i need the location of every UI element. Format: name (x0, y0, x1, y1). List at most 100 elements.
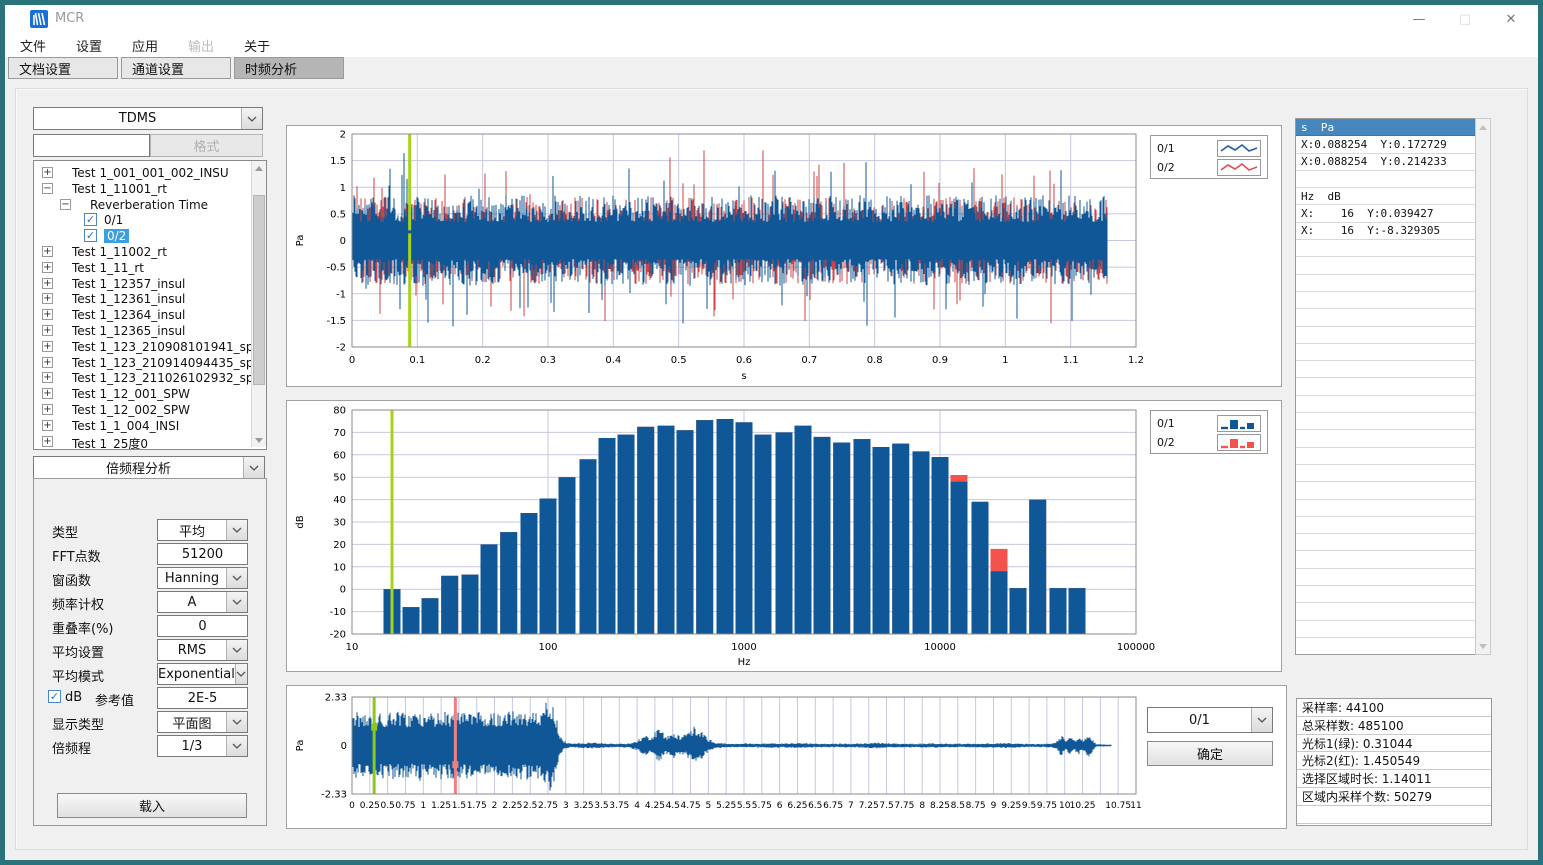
chevron-down-icon[interactable] (243, 457, 264, 478)
expand-icon[interactable]: + (42, 388, 53, 399)
form-select-5[interactable]: RMS (157, 639, 248, 661)
tree-item[interactable]: +Test 1_123_210908101941_spw (34, 339, 249, 355)
readout-row[interactable] (1296, 396, 1475, 413)
file-tree[interactable]: +Test 1_001_001_002_INSU−Test 1_11001_rt… (33, 160, 267, 450)
tab-0[interactable]: 文档设置 (8, 57, 118, 79)
scroll-down-icon[interactable] (1476, 639, 1490, 653)
form-input-4[interactable]: 0 (157, 615, 248, 637)
maximize-button[interactable]: □ (1442, 5, 1488, 33)
tree-item[interactable]: +Test 1_1_004_INSI (34, 418, 249, 434)
expand-icon[interactable]: + (42, 420, 53, 431)
readout-row[interactable] (1296, 517, 1475, 534)
chevron-down-icon[interactable] (241, 108, 262, 129)
tree-item[interactable]: +Test 1_12364_insul (34, 307, 249, 323)
readout-row[interactable] (1296, 638, 1475, 655)
tree-item[interactable]: +Test 1_12365_insul (34, 323, 249, 339)
tree-item[interactable]: +Test 1_11_rt (34, 260, 249, 276)
collapse-icon[interactable]: − (60, 199, 71, 210)
expand-icon[interactable]: + (42, 325, 53, 336)
load-button[interactable]: 载入 (57, 793, 247, 818)
readout-scrollbar[interactable] (1475, 118, 1491, 655)
tree-item[interactable]: +Test 1_11002_rt (34, 244, 249, 260)
readout-row[interactable] (1296, 500, 1475, 517)
channel-select[interactable]: 0/1 (1147, 707, 1273, 733)
cursor-readout-list[interactable]: s PaX:0.088254 Y:0.172729X:0.088254 Y:0.… (1295, 118, 1476, 655)
form-input-7[interactable]: 2E-5 (157, 687, 248, 709)
menu-item-2[interactable]: 应用 (117, 33, 173, 57)
checkbox-checked[interactable]: ✓ (84, 213, 97, 226)
expand-icon[interactable]: + (42, 278, 53, 289)
readout-header[interactable]: s Pa (1296, 119, 1475, 136)
form-select-6[interactable]: Exponential (157, 663, 248, 685)
readout-row[interactable]: X:0.088254 Y:0.214233 (1296, 154, 1475, 171)
readout-row[interactable] (1296, 171, 1475, 188)
readout-row[interactable]: Hz dB (1296, 188, 1475, 205)
expand-icon[interactable]: + (42, 436, 53, 447)
readout-row[interactable] (1296, 621, 1475, 638)
tree-item[interactable]: +Test 1_12357_insul (34, 276, 249, 292)
chevron-down-icon[interactable] (226, 640, 247, 660)
db-checkbox-checked[interactable]: ✓ (48, 690, 61, 703)
readout-row[interactable] (1296, 551, 1475, 568)
tree-item[interactable]: −Reverberation Time (34, 197, 249, 213)
form-input-1[interactable]: 51200 (157, 543, 248, 565)
tree-scrollbar-thumb[interactable] (253, 195, 265, 385)
readout-row[interactable] (1296, 309, 1475, 326)
chevron-down-icon[interactable] (226, 568, 247, 588)
readout-row[interactable] (1296, 586, 1475, 603)
readout-row[interactable] (1296, 275, 1475, 292)
tree-item[interactable]: +Test 1_123_210914094435_spw (34, 355, 249, 371)
tree-scrollbar[interactable] (251, 161, 266, 447)
readout-row[interactable] (1296, 257, 1475, 274)
chevron-down-icon[interactable] (235, 664, 247, 684)
octave-spectrum-chart[interactable]: 80706050403020100-10-2010100100010000100… (286, 400, 1282, 672)
readout-row[interactable]: X:0.088254 Y:0.172729 (1296, 136, 1475, 153)
form-select-3[interactable]: A (157, 591, 248, 613)
menu-item-3[interactable]: 输出 (173, 33, 229, 57)
readout-row[interactable] (1296, 482, 1475, 499)
form-select-8[interactable]: 平面图 (157, 711, 248, 733)
chevron-down-icon[interactable] (226, 736, 247, 756)
expand-icon[interactable]: + (42, 309, 53, 320)
minimize-button[interactable]: — (1396, 5, 1442, 33)
menu-item-0[interactable]: 文件 (5, 33, 61, 57)
expand-icon[interactable]: + (42, 341, 53, 352)
readout-row[interactable]: X: 16 Y:0.039427 (1296, 205, 1475, 222)
tree-item[interactable]: +Test 1_12_002_SPW (34, 402, 249, 418)
readout-row[interactable] (1296, 448, 1475, 465)
readout-row[interactable] (1296, 413, 1475, 430)
title-bar[interactable]: MCR — □ ✕ (5, 5, 1538, 33)
time-waveform-chart[interactable]: 21.510.50-0.5-1-1.5-200.10.20.30.40.50.6… (286, 125, 1282, 387)
readout-row[interactable] (1296, 465, 1475, 482)
expand-icon[interactable]: + (42, 293, 53, 304)
checkbox-checked[interactable]: ✓ (84, 229, 97, 242)
close-button[interactable]: ✕ (1488, 5, 1534, 33)
confirm-button[interactable]: 确定 (1147, 741, 1273, 766)
tree-item[interactable]: −Test 1_11001_rt (34, 181, 249, 197)
expand-icon[interactable]: + (42, 246, 53, 257)
form-select-0[interactable]: 平均 (157, 519, 248, 541)
expand-icon[interactable]: + (42, 262, 53, 273)
tree-item[interactable]: +Test 1_001_001_002_INSU (34, 165, 249, 181)
readout-row[interactable] (1296, 327, 1475, 344)
readout-row[interactable] (1296, 378, 1475, 395)
tree-item[interactable]: +Test 1_123_211026102932_spw (34, 370, 249, 386)
tree-item[interactable]: ✓0/1 (34, 212, 249, 228)
tree-item[interactable]: +Test 1_12361_insul (34, 291, 249, 307)
tab-1[interactable]: 通道设置 (121, 57, 231, 79)
menu-item-4[interactable]: 关于 (229, 33, 285, 57)
readout-row[interactable] (1296, 361, 1475, 378)
scroll-up-icon[interactable] (1476, 120, 1490, 134)
expand-icon[interactable]: + (42, 372, 53, 383)
tab-2[interactable]: 时频分析 (234, 57, 344, 79)
readout-row[interactable] (1296, 344, 1475, 361)
chevron-down-icon[interactable] (1251, 708, 1272, 732)
scroll-down-icon[interactable] (252, 433, 266, 447)
tree-item[interactable]: +Test 1_12_001_SPW (34, 386, 249, 402)
chevron-down-icon[interactable] (226, 592, 247, 612)
readout-row[interactable] (1296, 603, 1475, 620)
chevron-down-icon[interactable] (226, 520, 247, 540)
collapse-icon[interactable]: − (42, 183, 53, 194)
form-select-2[interactable]: Hanning (157, 567, 248, 589)
tree-item[interactable]: ✓0/2 (34, 228, 249, 244)
